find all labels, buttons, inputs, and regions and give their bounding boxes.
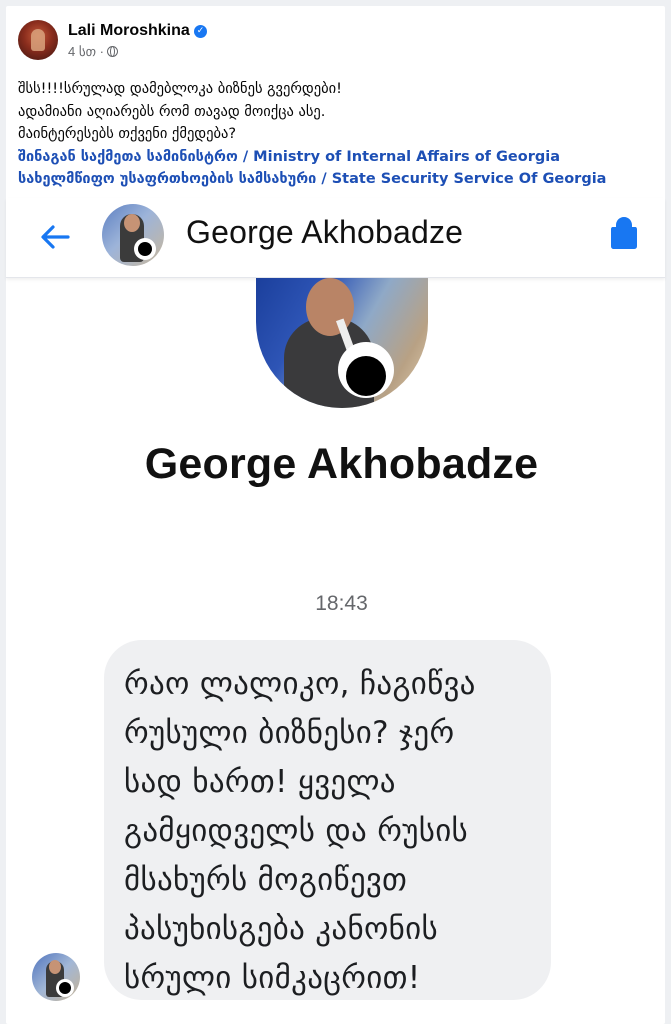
message-line: სრული სიმკაცრით!: [124, 960, 421, 996]
message-line: პასუხისგება კანონის: [124, 911, 438, 947]
verified-badge-icon: ✓: [194, 25, 207, 38]
avatar-status-dot: [134, 238, 156, 260]
post-text-line: მაინტერესებს თქვენი ქმედება?: [18, 126, 237, 142]
contact-avatar[interactable]: [102, 204, 164, 266]
arrow-left-icon[interactable]: [38, 220, 72, 254]
author-avatar[interactable]: [18, 20, 58, 60]
post-text: შსს!!!!სრულად დამებლოკა ბიზნეს გვერდები!…: [18, 78, 663, 191]
message-line: სად ხართ! ყველა: [124, 764, 396, 800]
author-name[interactable]: Lali Moroshkina: [68, 22, 190, 40]
post-meta: 4 სთ ·: [68, 44, 118, 60]
photo-status-dot: [346, 356, 386, 396]
page-tag-ministry[interactable]: შინაგან საქმეთა სამინისტრო / Ministry of…: [18, 146, 663, 169]
message-line: რაო ლალიკო, ჩაგიწვა: [124, 666, 476, 702]
profile-name: George Akhobadze: [144, 440, 539, 488]
message-timestamp: 18:43: [315, 592, 368, 615]
avatar-face: [49, 960, 61, 974]
shield-icon[interactable]: [609, 215, 639, 251]
globe-icon: [107, 46, 118, 57]
avatar-face: [124, 214, 140, 232]
messenger-header: George Akhobadze: [6, 198, 665, 278]
post-text-line: შსს!!!!სრულად დამებლოკა ბიზნეს გვერდები!: [18, 81, 342, 97]
post-time[interactable]: 4 სთ ·: [68, 44, 104, 59]
message-line: გამყიდველს და რუსის: [124, 813, 469, 849]
message-bubble[interactable]: რაო ლალიკო, ჩაგიწვა რუსული ბიზნესი? ჯერ …: [104, 640, 551, 1000]
post-header: Lali Moroshkina ✓ 4 სთ ·: [18, 20, 658, 66]
chat-contact-name[interactable]: George Akhobadze: [186, 214, 463, 251]
sender-avatar[interactable]: [32, 953, 80, 1001]
post-text-line: ადამიანი აღიარებს რომ თავად მოიქცა ასე.: [18, 103, 326, 120]
facebook-post-card: Lali Moroshkina ✓ 4 სთ · შსს!!!!სრულად დ…: [6, 6, 665, 1024]
profile-photo[interactable]: [256, 278, 428, 408]
message-text: რაო ლალიკო, ჩაგიწვა რუსული ბიზნესი? ჯერ …: [124, 660, 541, 1003]
page-tag-security-service[interactable]: სახელმწიფო უსაფრთხოების სამსახური / Stat…: [18, 168, 663, 191]
message-line: რუსული ბიზნესი? ჯერ: [124, 715, 455, 751]
avatar-status-dot: [56, 979, 74, 997]
message-line: მსახურს მოგიწევთ: [124, 862, 408, 898]
